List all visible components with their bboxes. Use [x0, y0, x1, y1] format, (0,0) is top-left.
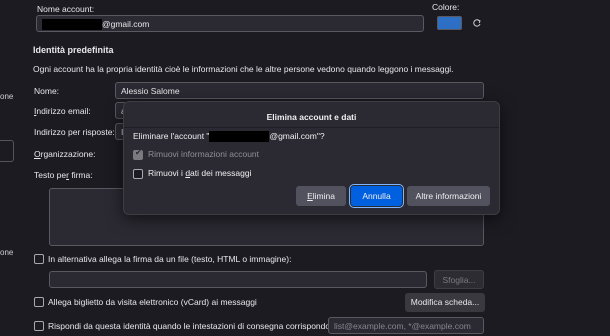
reply-to-label: Indirizzo per risposte:	[34, 127, 115, 137]
sidebar-box	[0, 140, 14, 162]
dialog-question: Eliminare l'account " @gmail.com"?	[133, 131, 325, 143]
remove-info-checkbox[interactable]	[133, 148, 143, 160]
identity-title: Identità predefinita	[33, 45, 114, 55]
dialog-divider	[124, 127, 499, 128]
cancel-button[interactable]: Annulla	[349, 184, 404, 208]
edit-card-button[interactable]: Modifica scheda...	[405, 293, 485, 312]
dialog-title: Elimina account e dati	[266, 112, 357, 122]
identity-description: Ogni account ha la propria identità cioè…	[33, 64, 454, 74]
redacted-text	[42, 19, 102, 31]
remove-data-row[interactable]: Rimuovi i dati dei messaggi	[133, 168, 251, 179]
sidebar-fragment: one	[0, 248, 14, 257]
remove-info-row: Rimuovi informazioni account	[133, 148, 259, 160]
attach-signature-checkbox[interactable]	[34, 254, 44, 264]
name-field[interactable]: Alessio Salome	[115, 82, 484, 99]
remove-data-label: Rimuovi i dati dei messaggi	[148, 168, 252, 178]
reply-identity-field[interactable]: list@example.com, *@example.com	[328, 317, 484, 334]
email-label: Indirizzo email:	[34, 106, 91, 116]
account-name-label: Nome account:	[37, 4, 95, 14]
browse-button[interactable]: Sfoglia...	[434, 270, 484, 289]
remove-data-checkbox[interactable]	[133, 168, 143, 179]
signature-label: Testo per firma:	[34, 170, 93, 180]
account-name-field[interactable]: @gmail.com	[36, 15, 424, 32]
vcard-checkbox[interactable]	[34, 297, 44, 307]
reset-color-icon[interactable]	[472, 18, 482, 28]
reply-identity-checkbox[interactable]	[34, 321, 44, 331]
color-label: Colore:	[432, 2, 460, 12]
name-label: Nome:	[34, 86, 60, 96]
delete-account-dialog: Elimina account e dati Eliminare l'accou…	[123, 101, 500, 215]
reply-identity-label: Rispondi da questa identità quando le in…	[48, 321, 342, 331]
signature-file-field[interactable]	[49, 271, 427, 288]
delete-button[interactable]: Elimina	[296, 186, 346, 206]
redacted-text	[209, 131, 270, 143]
organization-label: Organizzazione:	[34, 149, 96, 159]
more-info-button[interactable]: Altre informazioni	[407, 186, 490, 206]
vcard-label: Allega biglietto da visita elettronico (…	[48, 297, 257, 307]
sidebar-fragment: one	[0, 92, 14, 101]
attach-signature-label: In alternativa allega la firma da un fil…	[48, 254, 292, 264]
account-color-button[interactable]	[437, 16, 462, 30]
